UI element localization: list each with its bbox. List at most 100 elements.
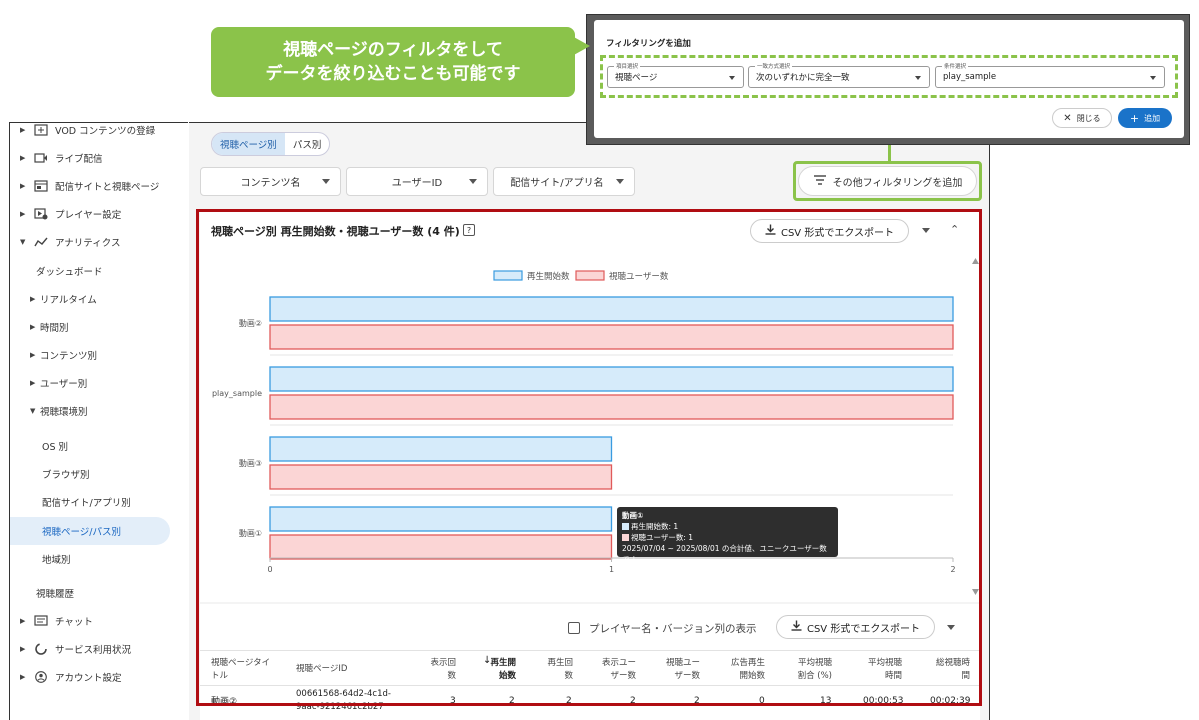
column-header[interactable]: 再生回数 (547, 657, 573, 683)
sidebar-item-chat[interactable]: ▶ チャット (10, 607, 189, 635)
sidebar-item-hourly[interactable]: ▶ 時間別 (30, 313, 69, 341)
table-cell: 3 (450, 696, 456, 706)
sidebar-sub-label: リアルタイム (40, 295, 97, 306)
sidebar-item-history[interactable]: 視聴履歴 (36, 579, 74, 607)
column-header[interactable]: 平均視聴割合 (%) (790, 657, 832, 683)
sidebar-item-browser[interactable]: ブラウザ別 (42, 460, 90, 488)
column-header[interactable]: 視聴ページタイトル (211, 657, 276, 683)
sidebar-item-vod[interactable]: ▶ VOD コンテンツの登録 (10, 116, 189, 144)
sidebar-item-page-path[interactable]: 視聴ページ/パス別 (10, 517, 170, 545)
bar (269, 464, 613, 490)
sidebar-item-dashboard[interactable]: ダッシュボード (36, 257, 103, 285)
usage-ring-icon (34, 643, 48, 655)
chevron-right-icon: ▶ (20, 617, 26, 625)
table-cell: 00:02:39 (930, 696, 971, 706)
user-id-dropdown[interactable]: ユーザーID (346, 167, 488, 196)
csv-label: CSV 形式でエクスポート (806, 623, 921, 635)
table-cell: 13 (820, 696, 832, 706)
chart-menu-caret-icon[interactable] (922, 228, 930, 233)
sidebar-item-realtime[interactable]: ▶ リアルタイム (30, 285, 97, 313)
table-menu-caret-icon[interactable] (947, 625, 955, 630)
category-label: play_sample (212, 389, 262, 398)
category-label: 動画① (239, 529, 262, 538)
chevron-right-icon: ▶ (30, 379, 36, 387)
sidebar-item-label: プレイヤー設定 (55, 210, 122, 221)
modal-title: フィルタリングを追加 (606, 39, 691, 49)
chevron-right-icon: ▶ (20, 154, 26, 162)
collapse-chevron-icon[interactable]: ⌃ (950, 223, 959, 236)
callout-pointer (572, 36, 590, 56)
csv-label: CSV 形式でエクスポート (780, 227, 895, 239)
sidebar-item-account[interactable]: ▶ アカウント設定 (10, 663, 189, 691)
scroll-up-icon (972, 258, 979, 264)
sidebar-item-region[interactable]: 地域別 (42, 545, 71, 573)
chevron-right-icon: ▶ (30, 323, 36, 331)
download-icon (765, 224, 776, 238)
sidebar-item-user[interactable]: ▶ ユーザー別 (30, 369, 87, 397)
close-icon: ✕ (1063, 112, 1072, 124)
player-columns-checkbox[interactable] (568, 622, 580, 634)
sidebar-sub-label: 視聴履歴 (36, 589, 75, 600)
callout-bubble: 視聴ページのフィルタをして データを絞り込むことも可能です (211, 27, 575, 97)
bar (269, 534, 613, 560)
sidebar-item-os[interactable]: OS 別 (42, 432, 68, 460)
chevron-right-icon: ▶ (20, 210, 26, 218)
table-csv-export-button[interactable]: CSV 形式でエクスポート (776, 615, 935, 639)
table-cell: 2 (630, 696, 636, 706)
close-label: 閉じる (1076, 113, 1101, 123)
column-header[interactable]: 視聴ページID (296, 663, 347, 676)
tab-path[interactable]: パス別 (285, 133, 330, 155)
web-page-icon (34, 180, 48, 192)
column-header[interactable]: 広告再生開始数 (725, 657, 765, 683)
modal-add-button[interactable]: + 追加 (1118, 108, 1172, 128)
sidebar-item-live[interactable]: ▶ ライブ配信 (10, 144, 189, 172)
sidebar-item-analytics[interactable]: ▼ アナリティクス (10, 228, 189, 256)
site-app-dropdown[interactable]: 配信サイト/アプリ名 (493, 167, 635, 196)
series-swatch-red (622, 534, 629, 541)
table-header-rule (200, 685, 980, 686)
callout-line: 視聴ページのフィルタをして (283, 40, 503, 60)
player-settings-icon (34, 208, 48, 220)
column-header-sorted[interactable]: 再生開始数 (490, 657, 516, 683)
sidebar-item-site-app[interactable]: 配信サイト/アプリ別 (42, 488, 131, 516)
sidebar-sub-label: コンテンツ別 (40, 351, 98, 362)
video-camera-icon (34, 152, 48, 164)
tooltip-line: 視聴ユーザー数: 1 (631, 533, 694, 542)
series-swatch-blue (622, 523, 629, 530)
column-header[interactable]: 平均視聴時間 (862, 657, 902, 683)
callout-line: データを絞り込むことも可能です (265, 64, 521, 84)
filter-highlight (793, 161, 982, 201)
sidebar-item-content[interactable]: ▶ コンテンツ別 (30, 341, 97, 369)
dropdown-label: コンテンツ名 (240, 178, 301, 189)
sidebar-item-usage[interactable]: ▶ サービス利用状況 (10, 635, 189, 663)
table-cell: 2 (566, 696, 572, 706)
dropdown-label: 配信サイト/アプリ名 (510, 178, 604, 189)
chevron-right-icon: ▶ (20, 182, 26, 190)
modal-fields-highlight (600, 55, 1178, 98)
caret-down-icon (616, 179, 624, 184)
table-cell: 動画② (211, 697, 238, 707)
modal-close-button[interactable]: ✕ 閉じる (1052, 108, 1112, 128)
sidebar-sub-label: 時間別 (40, 323, 69, 334)
sidebar-item-label: 配信サイトと視聴ページ (55, 182, 160, 193)
column-header[interactable]: 総視聴時間 (930, 657, 970, 683)
table-cell: 2 (694, 696, 700, 706)
content-name-dropdown[interactable]: コンテンツ名 (200, 167, 341, 196)
column-header[interactable]: 視聴ユーザー数 (660, 657, 700, 683)
account-icon (34, 671, 48, 683)
sidebar-item-label: サービス利用状況 (55, 645, 132, 656)
plus-icon: + (1129, 111, 1140, 125)
sidebar-item-player[interactable]: ▶ プレイヤー設定 (10, 200, 189, 228)
sidebar-item-sites[interactable]: ▶ 配信サイトと視聴ページ (10, 172, 189, 200)
chevron-right-icon: ▶ (20, 645, 26, 653)
column-header[interactable]: 表示回数 (430, 657, 456, 683)
add-label: 追加 (1144, 113, 1161, 123)
help-icon[interactable]: ? (463, 224, 475, 236)
column-header[interactable]: 表示ユーザー数 (596, 657, 636, 683)
tab-page[interactable]: 視聴ページ別 (212, 133, 285, 155)
chart-csv-export-button[interactable]: CSV 形式でエクスポート (750, 219, 909, 243)
sidebar-item-environment[interactable]: ▼ 視聴環境別 (30, 397, 88, 425)
bar (269, 506, 613, 532)
category-label: 動画③ (239, 459, 262, 468)
sidebar-sub-label: 地域別 (42, 555, 71, 566)
